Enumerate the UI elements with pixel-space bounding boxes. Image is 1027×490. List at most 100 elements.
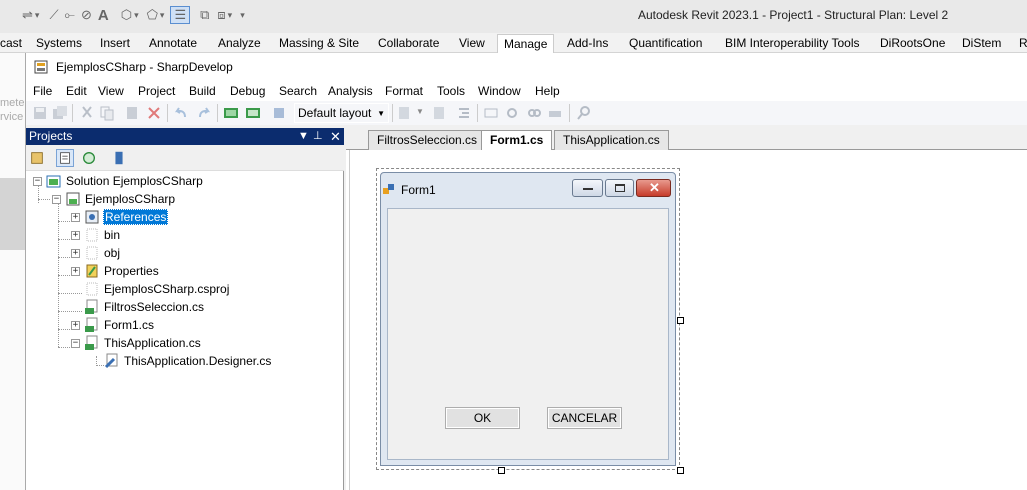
window-icon[interactable]	[483, 105, 499, 121]
resize-handle-bottom[interactable]	[498, 467, 505, 474]
print-icon[interactable]	[547, 105, 563, 121]
revit-tab-overflow[interactable]: R	[1019, 36, 1027, 50]
pad-menu-icon[interactable]: ▼	[298, 128, 309, 145]
revit-tab-add-ins[interactable]: Add-Ins	[567, 36, 608, 50]
rebuild-icon[interactable]	[245, 105, 261, 121]
tree-node-filtros[interactable]: FiltrosSeleccion.cs	[84, 298, 205, 316]
minimize-button[interactable]	[572, 179, 603, 197]
close-icon[interactable]: ✕	[330, 128, 341, 145]
switch-windows-icon[interactable]: ⧈	[217, 7, 225, 23]
tree-node-solution[interactable]: − Solution EjemplosCSharp	[33, 172, 204, 190]
menu-tools[interactable]: Tools	[437, 84, 465, 98]
revit-tab-annotate[interactable]: Annotate	[149, 36, 197, 50]
tree-node-designer[interactable]: ThisApplication.Designer.cs	[104, 352, 272, 370]
tree-node-bin[interactable]: + bin	[71, 226, 121, 244]
revit-tab-systems[interactable]: Systems	[36, 36, 82, 50]
revit-tab-distem[interactable]: DiStem	[962, 36, 1001, 50]
cancelar-button[interactable]: CANCELAR	[547, 407, 622, 429]
properties-pad-icon[interactable]	[28, 149, 46, 167]
redo-icon[interactable]	[196, 105, 212, 121]
close-hidden-icon[interactable]: ⧉	[200, 7, 209, 23]
menu-format[interactable]: Format	[385, 84, 423, 98]
menu-help[interactable]: Help	[535, 84, 560, 98]
find-icon[interactable]	[505, 105, 521, 121]
menu-analysis[interactable]: Analysis	[328, 84, 373, 98]
delete-icon[interactable]	[146, 105, 162, 121]
search-icon[interactable]	[576, 105, 592, 121]
expand-toggle[interactable]: +	[71, 248, 80, 258]
expand-toggle[interactable]: +	[71, 266, 80, 276]
tree-node-project[interactable]: − EjemplosCSharp	[52, 190, 176, 208]
bookmark-icon[interactable]	[431, 105, 447, 121]
expand-toggle[interactable]: +	[71, 320, 80, 330]
copy-icon[interactable]	[99, 105, 115, 121]
thin-lines-icon[interactable]: ☰	[170, 6, 191, 24]
indent-icon[interactable]	[456, 105, 472, 121]
measure-icon[interactable]: ⟋	[49, 7, 58, 23]
menu-edit[interactable]: Edit	[66, 84, 87, 98]
menu-window[interactable]: Window	[478, 84, 521, 98]
align-icon[interactable]: ⇌	[22, 7, 33, 23]
tree-node-obj[interactable]: + obj	[71, 244, 121, 262]
menu-project[interactable]: Project	[138, 84, 175, 98]
ok-button[interactable]: OK	[445, 407, 520, 429]
undo-icon[interactable]	[173, 105, 189, 121]
collapse-toggle[interactable]: −	[33, 176, 42, 186]
revit-tab-view[interactable]: View	[459, 36, 485, 50]
show-all-files-icon[interactable]	[56, 149, 74, 167]
revit-tab-manage[interactable]: Manage	[497, 34, 555, 53]
tree-node-properties[interactable]: + Properties	[71, 262, 160, 280]
tree-node-references[interactable]: + References	[71, 208, 169, 226]
refresh-icon[interactable]	[80, 149, 98, 167]
customize-toolbar-icon[interactable]: ▾	[240, 10, 245, 21]
revit-tab-massing-site[interactable]: Massing & Site	[279, 36, 359, 50]
replace-icon[interactable]	[526, 105, 542, 121]
expand-toggle[interactable]: +	[71, 230, 80, 240]
save-all-icon[interactable]	[52, 105, 68, 121]
layout-dropdown[interactable]: Default layout ▼	[294, 103, 389, 123]
revit-tab-quantification[interactable]: Quantification	[629, 36, 702, 50]
build-icon[interactable]	[223, 105, 239, 121]
resize-handle-right[interactable]	[677, 317, 684, 324]
revit-tab-cast[interactable]: cast	[0, 36, 22, 50]
tab-filtrosseleccion[interactable]: FiltrosSeleccion.cs	[368, 130, 487, 150]
tree-node-csproj[interactable]: EjemplosCSharp.csproj	[84, 280, 230, 298]
section-icon[interactable]: ⬠	[147, 7, 158, 23]
dimension-icon[interactable]: ⟜	[65, 7, 75, 23]
projects-pad-header[interactable]: Projects ▼ ⊥ ✕	[26, 128, 344, 145]
chevron-down-icon[interactable]: ▼	[416, 107, 424, 116]
paste-icon[interactable]	[124, 105, 140, 121]
revit-quick-access-toolbar[interactable]: ⇌ ▾ ⟋ ⟜ ⊘ A ⬡ ▾ ⬠ ▾ ☰ ⧉ ⧈ ▾ ▾	[22, 6, 245, 24]
collapse-all-icon[interactable]	[110, 149, 128, 167]
revit-tab-bim-interoperability[interactable]: BIM Interoperability Tools	[725, 36, 860, 50]
text-icon[interactable]: A	[98, 7, 109, 24]
collapse-toggle[interactable]: −	[52, 194, 61, 204]
revit-tab-diroots[interactable]: DiRootsOne	[880, 36, 945, 50]
menu-file[interactable]: File	[33, 84, 52, 98]
sd-title-bar[interactable]: EjemplosCSharp - SharpDevelop	[26, 53, 1027, 81]
tree-node-thisapplication[interactable]: − ThisApplication.cs	[71, 334, 202, 352]
menu-debug[interactable]: Debug	[230, 84, 265, 98]
tree-node-form1[interactable]: + Form1.cs	[71, 316, 155, 334]
revit-tab-collaborate[interactable]: Collaborate	[378, 36, 439, 50]
menu-search[interactable]: Search	[279, 84, 317, 98]
form1-window[interactable]: Form1 ✕ OK CANCELAR	[380, 172, 676, 466]
close-button[interactable]: ✕	[636, 179, 671, 197]
comment-icon[interactable]	[396, 105, 412, 121]
pin-icon[interactable]: ⊥	[313, 128, 323, 145]
stop-icon[interactable]	[271, 105, 287, 121]
maximize-button[interactable]	[605, 179, 634, 197]
revit-tab-insert[interactable]: Insert	[100, 36, 130, 50]
revit-tab-analyze[interactable]: Analyze	[218, 36, 261, 50]
collapse-toggle[interactable]: −	[71, 338, 80, 348]
resize-handle-corner[interactable]	[677, 467, 684, 474]
menu-build[interactable]: Build	[189, 84, 216, 98]
tab-form1[interactable]: Form1.cs	[481, 130, 553, 151]
3d-view-icon[interactable]: ⬡	[121, 7, 132, 23]
expand-toggle[interactable]: +	[71, 212, 80, 222]
cut-icon[interactable]	[79, 105, 95, 121]
save-icon[interactable]	[32, 105, 48, 121]
menu-view[interactable]: View	[98, 84, 124, 98]
tag-icon[interactable]: ⊘	[81, 7, 92, 23]
form-designer-surface[interactable]: Form1 ✕ OK CANCELAR	[349, 150, 1027, 490]
